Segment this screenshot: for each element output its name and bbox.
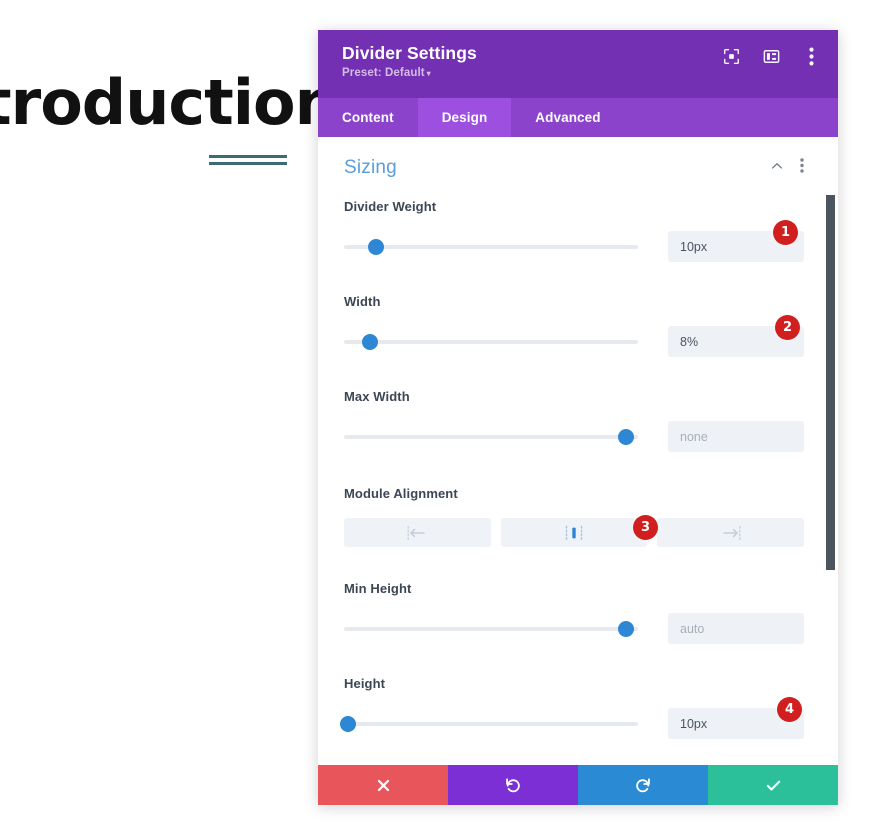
redo-button[interactable] <box>578 765 708 805</box>
slider-thumb[interactable] <box>618 620 635 637</box>
field-height: Height 10px 4 <box>340 676 804 743</box>
field-label: Max Width <box>344 389 410 404</box>
slider-thumb[interactable] <box>368 238 385 255</box>
min-height-slider[interactable] <box>344 620 638 638</box>
slider-thumb[interactable] <box>618 428 635 445</box>
slider-thumb[interactable] <box>362 333 379 350</box>
modal-header-actions <box>720 45 822 67</box>
more-options-icon[interactable] <box>800 45 822 67</box>
field-module-alignment: Module Alignment 3 <box>344 486 805 551</box>
field-min-height: Min Height auto <box>344 581 804 648</box>
width-slider[interactable] <box>344 333 638 351</box>
tab-content[interactable]: Content <box>318 98 418 137</box>
section-sizing-controls <box>770 158 804 178</box>
slider-track <box>344 339 638 344</box>
chevron-up-icon[interactable] <box>770 159 784 178</box>
panel-scrollbar-thumb[interactable] <box>826 195 835 570</box>
align-center-button[interactable] <box>500 518 648 547</box>
module-alignment-group <box>344 518 805 547</box>
preset-selector[interactable]: Preset: Default ▾ <box>342 67 818 79</box>
tab-design[interactable]: Design <box>417 98 512 137</box>
tab-advanced[interactable]: Advanced <box>511 98 624 137</box>
slider-thumb[interactable] <box>340 715 357 732</box>
divider-weight-slider[interactable] <box>344 238 638 256</box>
chevron-down-icon: ▾ <box>426 69 431 78</box>
slider-track <box>344 721 638 726</box>
min-height-value[interactable]: auto <box>668 613 804 644</box>
panel-scrollbar[interactable] <box>822 137 838 765</box>
modal-footer <box>318 765 838 805</box>
align-right-icon <box>722 525 741 540</box>
max-width-value[interactable]: none <box>668 421 804 452</box>
undo-icon <box>506 778 520 793</box>
section-more-options-icon[interactable] <box>800 158 804 178</box>
preset-label: Preset: Default <box>342 67 425 79</box>
section-sizing-title: Sizing <box>344 157 397 178</box>
redo-icon <box>636 778 650 793</box>
cancel-button[interactable] <box>318 765 448 805</box>
page-root: troduction to o Divider Settings Preset:… <box>0 0 880 840</box>
field-label: Height <box>344 676 386 691</box>
field-divider-weight: Divider Weight 10px 1 <box>344 199 804 266</box>
slider-track <box>344 626 638 631</box>
section-sizing-header[interactable]: Sizing <box>344 137 804 199</box>
divider-line-top <box>209 155 287 158</box>
field-max-width: Max Width none <box>344 389 804 456</box>
save-button[interactable] <box>708 765 838 805</box>
divider-line-bottom <box>209 162 287 165</box>
undo-button[interactable] <box>448 765 578 805</box>
slider-track <box>344 434 638 439</box>
field-width: Width 8% 2 <box>344 294 804 361</box>
annotation-badge-3: 3 <box>633 515 658 540</box>
layout-icon[interactable] <box>760 45 782 67</box>
fullscreen-icon[interactable] <box>720 45 742 67</box>
check-icon <box>766 780 780 791</box>
slider-track <box>344 244 638 249</box>
align-left-icon <box>407 525 426 540</box>
modal-body: Sizing Divider Weight 10px 1 Width 8% 2 … <box>318 137 838 765</box>
close-icon <box>377 779 389 791</box>
field-label: Module Alignment <box>344 486 458 501</box>
annotation-badge-1: 1 <box>773 220 798 245</box>
annotation-badge-4: 4 <box>777 697 802 722</box>
field-label: Width <box>344 294 381 309</box>
divider-settings-modal: Divider Settings Preset: Default ▾ Conte… <box>318 30 838 805</box>
modal-header: Divider Settings Preset: Default ▾ <box>318 30 838 98</box>
max-width-slider[interactable] <box>344 428 638 446</box>
height-slider[interactable] <box>340 715 638 733</box>
modal-tabs: Content Design Advanced <box>318 98 838 137</box>
align-left-button[interactable] <box>344 518 491 547</box>
align-center-icon <box>565 525 583 540</box>
field-label: Divider Weight <box>344 199 437 214</box>
section-sizing: Sizing Divider Weight 10px 1 Width 8% 2 … <box>318 137 838 765</box>
field-label: Min Height <box>344 581 412 596</box>
annotation-badge-2: 2 <box>775 315 800 340</box>
align-right-button[interactable] <box>657 518 805 547</box>
page-divider-preview <box>209 155 287 165</box>
